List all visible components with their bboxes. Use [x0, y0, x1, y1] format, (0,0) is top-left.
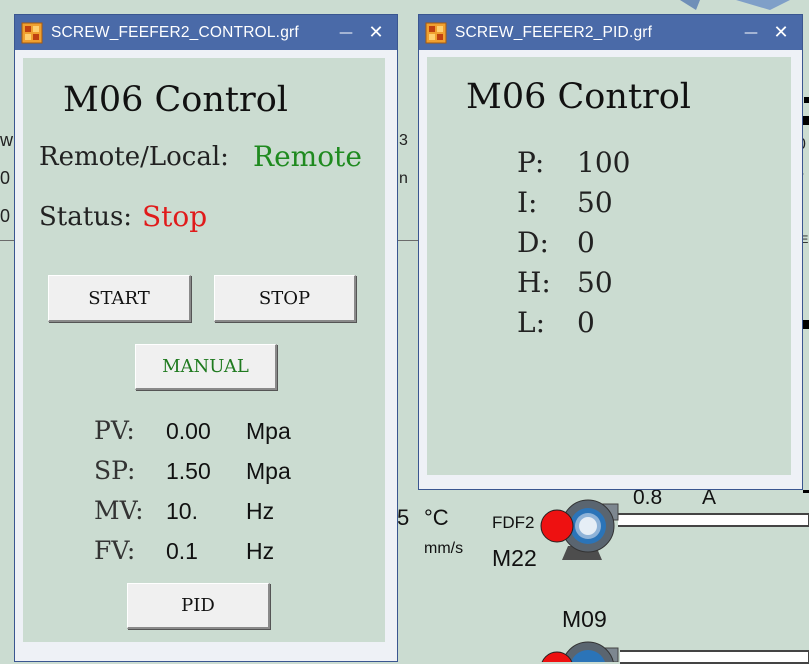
- temperature-unit: °C: [424, 505, 449, 530]
- mv-value: 10.: [166, 498, 198, 524]
- p-value: 100: [577, 146, 631, 179]
- remote-local-label: Remote/Local:: [39, 142, 229, 172]
- app-icon: [425, 22, 447, 43]
- h-label: H:: [517, 266, 551, 299]
- p-label: P:: [517, 146, 545, 179]
- status-badge: Stop: [142, 200, 208, 233]
- status-label: Status:: [39, 202, 133, 232]
- window-title: SCREW_FEEFER2_PID.grf: [455, 23, 653, 41]
- h-value: 50: [577, 266, 613, 299]
- app-icon: [21, 22, 43, 43]
- mv-label: MV:: [94, 496, 144, 525]
- sp-label: SP:: [94, 456, 136, 485]
- minimize-icon[interactable]: —: [736, 25, 766, 41]
- bg-text-fragment: n: [399, 170, 408, 187]
- control-panel: M06 Control Remote/Local: Remote Status:…: [23, 58, 385, 642]
- motor-m09-label: M09: [562, 606, 607, 632]
- i-label: I:: [517, 186, 538, 219]
- bg-marker: [802, 116, 809, 125]
- speed-unit: mm/s: [424, 540, 464, 557]
- d-value: 0: [577, 226, 595, 259]
- pid-window: SCREW_FEEFER2_PID.grf — ✕ M06 Control P:…: [418, 14, 803, 490]
- pid-window-titlebar[interactable]: SCREW_FEEFER2_PID.grf — ✕: [419, 15, 802, 50]
- pv-unit: Mpa: [246, 418, 291, 444]
- fv-label: FV:: [94, 536, 136, 565]
- pump-motor-icon[interactable]: [540, 498, 622, 564]
- close-icon[interactable]: ✕: [361, 22, 391, 43]
- l-label: L:: [517, 306, 546, 339]
- i-value: 50: [577, 186, 613, 219]
- l-value: 0: [577, 306, 595, 339]
- bg-marker: [804, 97, 809, 103]
- bg-text-fragment: 0: [0, 168, 11, 188]
- window-frame: M06 Control P: 100 I: 50 D: 0 H: 50 L: 0: [419, 50, 802, 489]
- bg-text-fragment: 0: [0, 206, 11, 226]
- sp-unit: Mpa: [246, 458, 291, 484]
- pid-button[interactable]: PID: [127, 583, 270, 629]
- bg-marker: [802, 320, 809, 329]
- window-title: SCREW_FEEFER2_CONTROL.grf: [51, 23, 299, 41]
- temperature-value: 5: [397, 505, 410, 530]
- motor-m22-label: M22: [492, 545, 537, 571]
- window-frame: M06 Control Remote/Local: Remote Status:…: [15, 50, 397, 661]
- pv-label: PV:: [94, 416, 135, 445]
- pv-value: 0.00: [166, 418, 211, 444]
- bg-line: [398, 240, 420, 241]
- page-title: M06 Control: [63, 80, 288, 120]
- stop-button[interactable]: STOP: [214, 275, 356, 322]
- start-button[interactable]: START: [48, 275, 191, 322]
- d-label: D:: [517, 226, 549, 259]
- manual-button[interactable]: MANUAL: [135, 344, 277, 390]
- fv-unit: Hz: [246, 538, 275, 564]
- mv-unit: Hz: [246, 498, 275, 524]
- pump-motor-icon[interactable]: [540, 638, 622, 662]
- remote-local-value: Remote: [253, 140, 362, 173]
- page-title: M06 Control: [466, 77, 691, 117]
- fdf-label: FDF2: [492, 513, 535, 532]
- bg-text-fragment: w: [0, 130, 13, 150]
- bg-text-fragment: 3: [399, 132, 408, 149]
- pipe: [618, 513, 809, 527]
- minimize-icon[interactable]: —: [331, 25, 361, 41]
- control-window: SCREW_FEEFER2_CONTROL.grf — ✕ M06 Contro…: [14, 14, 398, 662]
- sp-value: 1.50: [166, 458, 211, 484]
- pid-panel: M06 Control P: 100 I: 50 D: 0 H: 50 L: 0: [427, 57, 791, 475]
- bg-marker: [803, 490, 809, 493]
- fv-value: 0.1: [166, 538, 198, 564]
- close-icon[interactable]: ✕: [766, 22, 796, 43]
- control-window-titlebar[interactable]: SCREW_FEEFER2_CONTROL.grf — ✕: [15, 15, 397, 50]
